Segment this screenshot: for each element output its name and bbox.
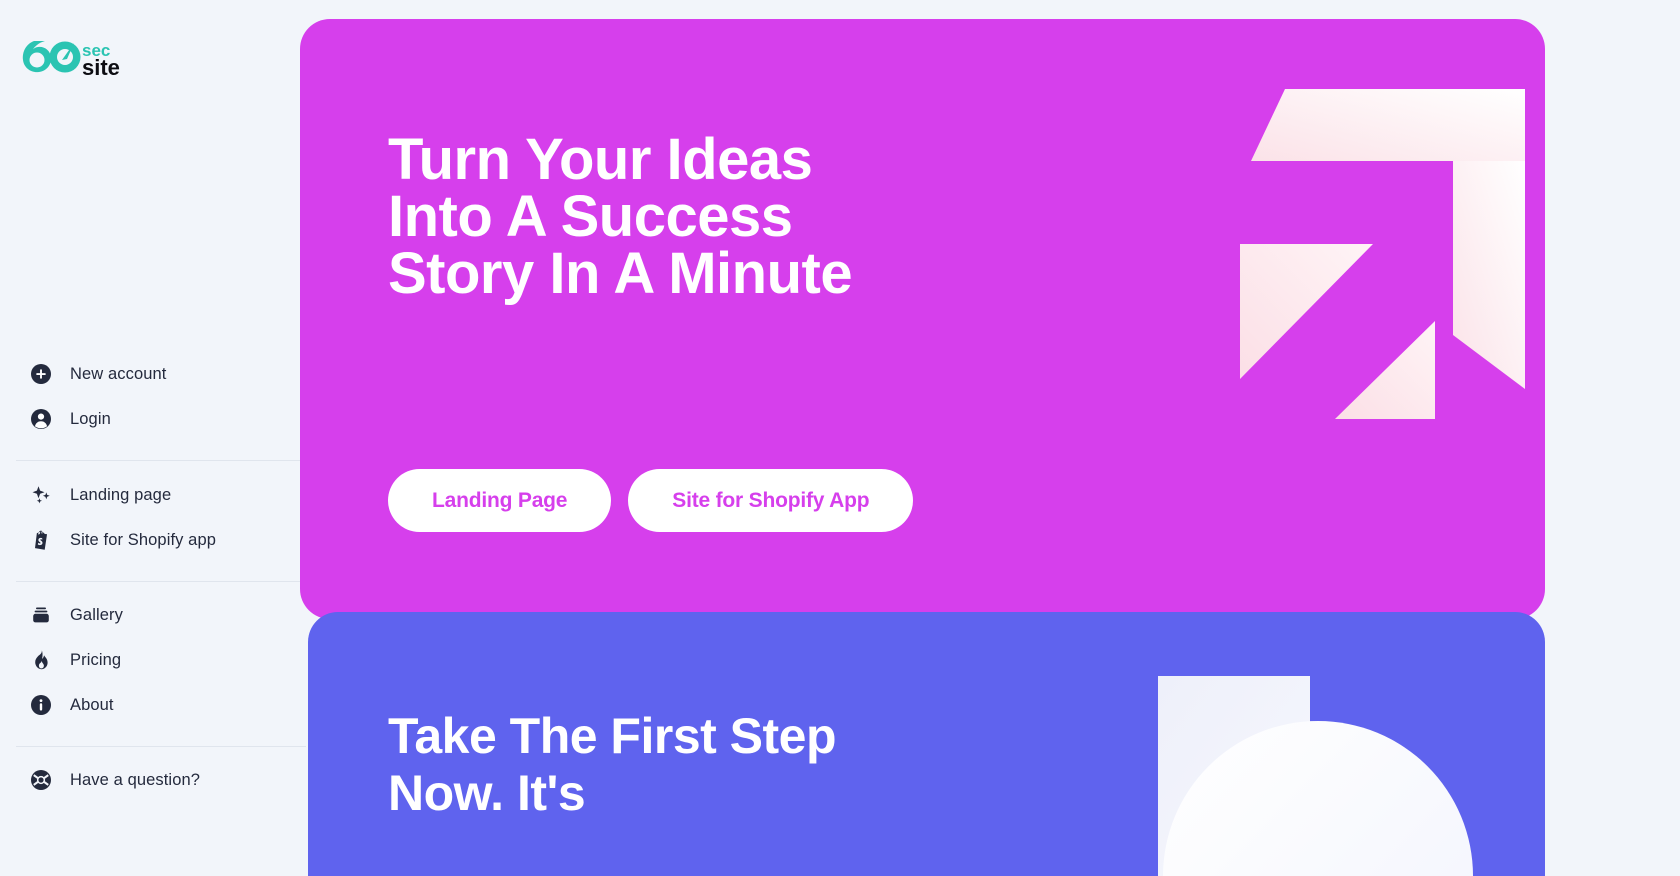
sidebar-group-builders: Landing page Site for Shopify app <box>0 473 300 562</box>
brand-logo[interactable]: sec site <box>18 30 138 80</box>
hero-cta-row: Landing Page Site for Shopify App <box>388 469 914 532</box>
sidebar-item-label: New account <box>70 364 167 383</box>
second-section: Take The First Step Now. It's <box>308 612 1545 876</box>
hero-heading: Turn Your Ideas Into A Success Story In … <box>388 127 853 306</box>
lifebuoy-icon <box>30 769 52 791</box>
sparkles-icon <box>30 484 52 506</box>
circle-square-graphic <box>1158 676 1545 876</box>
app-root: sec site New account Login Landing page … <box>0 0 1680 876</box>
user-circle-icon <box>30 408 52 430</box>
gallery-stack-icon <box>30 604 52 626</box>
main-content: Turn Your Ideas Into A Success Story In … <box>300 0 1680 876</box>
sidebar: sec site New account Login Landing page … <box>0 0 306 876</box>
sidebar-item-landing-page[interactable]: Landing page <box>0 473 300 517</box>
svg-text:site: site <box>82 55 120 76</box>
second-section-heading: Take The First Step Now. It's <box>388 708 837 821</box>
sidebar-divider-1 <box>16 460 306 461</box>
sidebar-item-label: Login <box>70 409 111 428</box>
sidebar-item-about[interactable]: About <box>0 683 300 727</box>
flame-icon <box>30 649 52 671</box>
sidebar-item-have-a-question[interactable]: Have a question? <box>0 758 300 802</box>
sidebar-item-site-for-shopify-app[interactable]: Site for Shopify app <box>0 518 300 562</box>
sidebar-item-new-account[interactable]: New account <box>0 352 300 396</box>
sidebar-item-label: About <box>70 695 114 714</box>
sidebar-item-label: Site for Shopify app <box>70 530 217 549</box>
sidebar-group-account: New account Login <box>0 352 300 441</box>
info-circle-icon <box>30 694 52 716</box>
sidebar-item-label: Have a question? <box>70 770 201 789</box>
plus-circle-icon <box>30 363 52 385</box>
sidebar-item-label: Gallery <box>70 605 123 624</box>
sidebar-group-info: Gallery Pricing About <box>0 593 300 727</box>
site-for-shopify-app-button[interactable]: Site for Shopify App <box>628 469 914 532</box>
landing-page-button[interactable]: Landing Page <box>388 469 612 532</box>
shopify-bag-icon <box>30 529 52 551</box>
sidebar-group-support: Have a question? <box>0 758 300 802</box>
sidebar-item-gallery[interactable]: Gallery <box>0 593 300 637</box>
arrow-up-right-graphic <box>1205 89 1525 419</box>
sidebar-item-login[interactable]: Login <box>0 397 300 441</box>
sidebar-item-pricing[interactable]: Pricing <box>0 638 300 682</box>
sidebar-divider-3 <box>16 746 306 747</box>
hero-section: Turn Your Ideas Into A Success Story In … <box>300 19 1545 619</box>
sidebar-item-label: Landing page <box>70 485 172 504</box>
sidebar-item-label: Pricing <box>70 650 122 669</box>
sidebar-divider-2 <box>16 581 306 582</box>
